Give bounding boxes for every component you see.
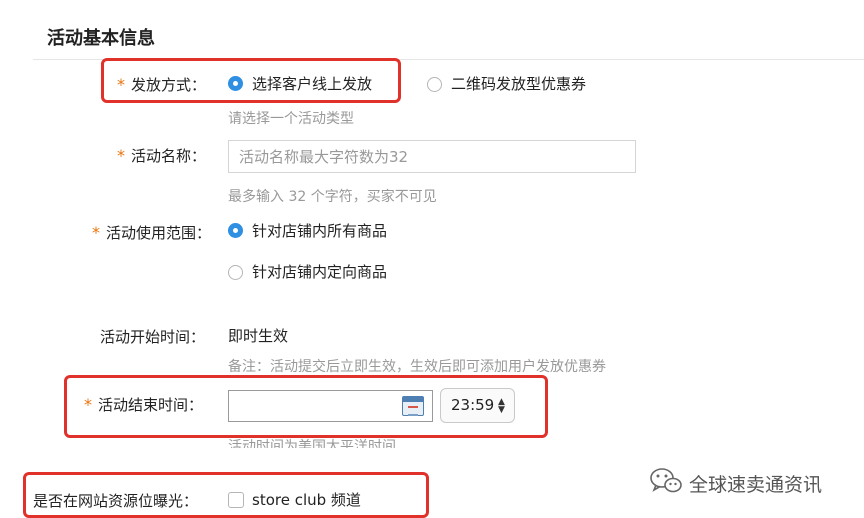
- section-title: 活动基本信息: [47, 28, 155, 49]
- activity-name-input[interactable]: [228, 140, 636, 173]
- radio-scope-selected-products[interactable]: [228, 265, 243, 280]
- scope-label-group: * 活动使用范围：: [92, 222, 211, 243]
- end-time-hint: 活动时间为美国太平洋时间: [228, 439, 396, 455]
- required-mark: *: [117, 146, 125, 165]
- start-time-note: 备注：活动提交后立即生效，生效后即可添加用户发放优惠券: [228, 359, 606, 375]
- radio-qrcode-distribution[interactable]: [427, 77, 442, 92]
- radio-qrcode-distribution-label[interactable]: 二维码发放型优惠券: [451, 73, 586, 94]
- start-time-label: 活动开始时间：: [100, 328, 206, 346]
- wechat-icon: [650, 468, 682, 493]
- radio-scope-all-products-label[interactable]: 针对店铺内所有商品: [252, 220, 387, 241]
- name-label: 活动名称：: [131, 147, 207, 165]
- highlight-box-end-time: [64, 375, 548, 438]
- watermark-text: 全球速卖通资讯: [689, 474, 823, 496]
- highlight-box-exposure: [23, 472, 429, 518]
- name-label-group: * 活动名称：: [117, 145, 206, 166]
- radio-scope-selected-products-label[interactable]: 针对店铺内定向商品: [252, 261, 387, 282]
- name-hint: 最多输入 32 个字符，买家不可见: [228, 189, 437, 205]
- scope-label: 活动使用范围：: [106, 224, 212, 242]
- required-mark: *: [92, 223, 100, 242]
- start-time-value: 即时生效: [228, 327, 289, 345]
- distribution-hint: 请选择一个活动类型: [228, 111, 354, 127]
- highlight-box-distribution: [101, 58, 401, 103]
- radio-scope-all-products[interactable]: [228, 223, 243, 238]
